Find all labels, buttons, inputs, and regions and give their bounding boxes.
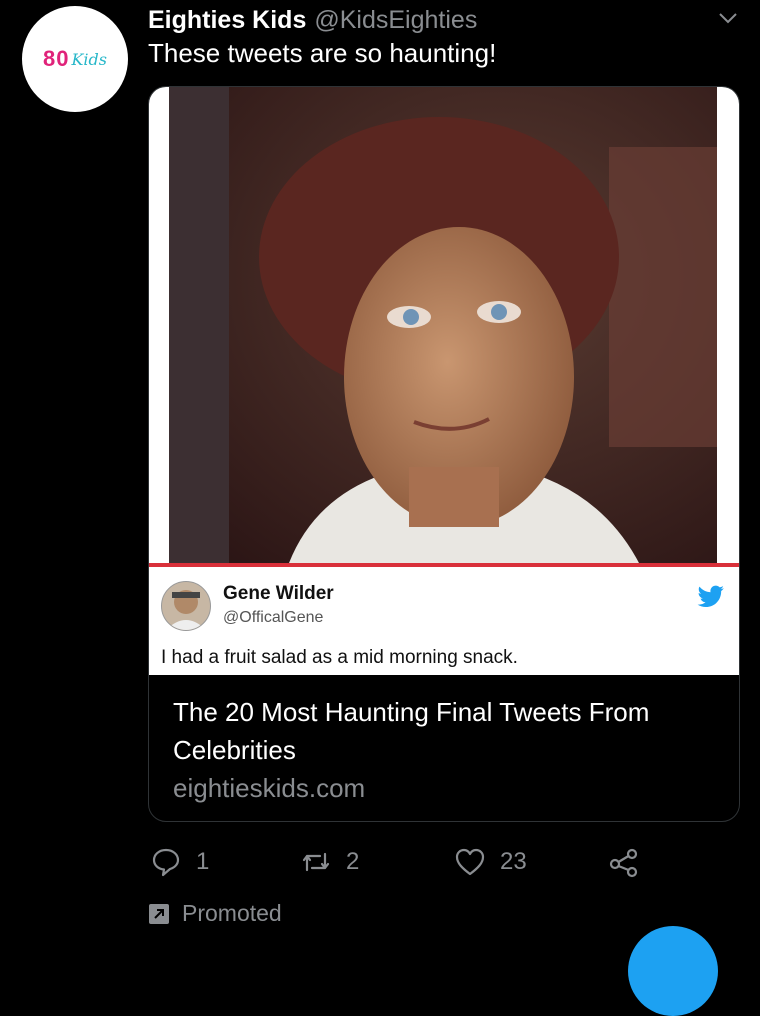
retweet-count: 2 [346, 848, 360, 875]
reply-button[interactable]: 1 [150, 838, 209, 886]
embedded-tweet: Gene Wilder @OfficalGene I had a fruit s… [149, 567, 739, 675]
author-handle[interactable]: @KidsEighties [314, 6, 477, 35]
like-button[interactable]: 23 [454, 838, 527, 886]
avatar-logo-number: 80 [42, 46, 70, 71]
card-image[interactable]: Gene Wilder @OfficalGene I had a fruit s… [149, 87, 739, 675]
link-card[interactable]: Gene Wilder @OfficalGene I had a fruit s… [148, 86, 740, 822]
promoted-icon [149, 903, 169, 924]
tweet-text: These tweets are so haunting! [148, 38, 497, 68]
reply-icon [152, 848, 180, 877]
retweet-icon [302, 852, 330, 872]
chevron-down-icon[interactable] [716, 6, 740, 30]
compose-button[interactable] [628, 926, 718, 1016]
promoted-text: Promoted [182, 900, 282, 926]
avatar-logo-script: Kids [71, 49, 107, 69]
reply-count: 1 [196, 848, 210, 875]
embedded-handle: @OfficalGene [223, 609, 324, 626]
embedded-name: Gene Wilder [223, 583, 334, 604]
tweet-actions: 1 2 23 [148, 838, 748, 886]
embedded-text: I had a fruit salad as a mid morning sna… [161, 647, 518, 668]
heart-icon [455, 848, 485, 876]
share-icon [609, 848, 638, 878]
card-domain[interactable]: eightieskids.com [173, 773, 365, 804]
twitter-bird-icon [697, 585, 724, 608]
card-photo [169, 87, 717, 563]
author-name[interactable]: Eighties Kids [148, 6, 306, 35]
like-count: 23 [500, 848, 527, 875]
author-avatar[interactable]: 80 Kids [22, 6, 128, 112]
card-title[interactable]: The 20 Most Haunting Final Tweets From C… [173, 693, 713, 769]
tweet-header: Eighties Kids @KidsEighties [148, 0, 740, 40]
promoted-label[interactable]: Promoted [148, 900, 282, 927]
retweet-button[interactable]: 2 [300, 838, 359, 886]
embedded-avatar [161, 581, 211, 631]
share-button[interactable] [608, 838, 654, 886]
